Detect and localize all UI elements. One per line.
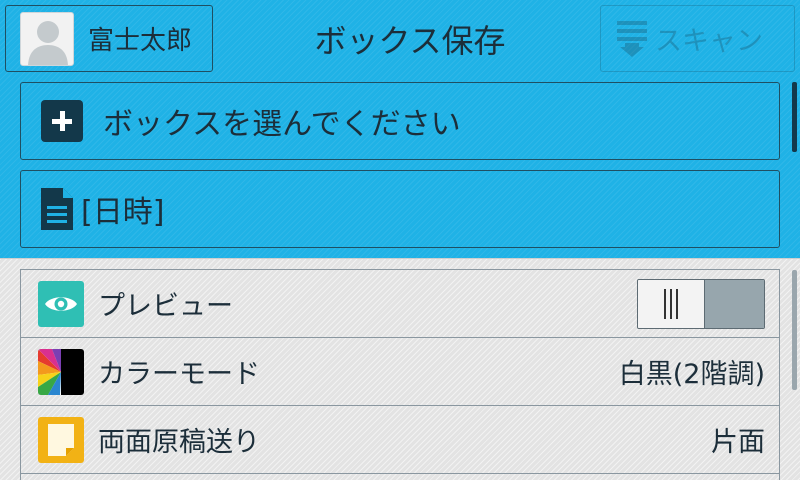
color-mode-icon — [38, 348, 84, 395]
header-panel: 富士太郎 ボックス保存 スキャン ボックスを選んでください [日時] — [0, 0, 800, 258]
page-title: ボックス保存 — [314, 21, 506, 60]
setting-row-color-mode[interactable]: カラーモード 白黒(2階調) — [21, 338, 779, 406]
color-mode-value: 白黒(2階調) — [618, 359, 765, 390]
settings-list: プレビュー カラーモード 白黒(2階調) 両面原稿送り 片面 — [20, 269, 780, 480]
settings-scrollbar[interactable] — [792, 270, 797, 390]
setting-row-preview[interactable]: プレビュー — [21, 270, 779, 338]
user-avatar-icon — [20, 11, 74, 66]
duplex-label: 両面原稿送り — [98, 427, 260, 458]
eye-icon — [38, 280, 84, 327]
document-name-label: [日時] — [81, 195, 165, 230]
duplex-value: 片面 — [711, 427, 765, 458]
document-icon — [41, 188, 73, 230]
toggle-track — [704, 280, 764, 328]
setting-row-duplex[interactable]: 両面原稿送り 片面 — [21, 406, 779, 474]
plus-icon — [41, 100, 83, 142]
preview-label: プレビュー — [98, 291, 233, 322]
duplex-icon — [38, 416, 84, 463]
settings-panel: プレビュー カラーモード 白黒(2階調) 両面原稿送り 片面 — [0, 258, 800, 480]
preview-toggle[interactable] — [637, 279, 765, 329]
toggle-handle — [638, 280, 704, 328]
scan-button[interactable]: スキャン — [600, 5, 795, 72]
box-select-label: ボックスを選んでください — [103, 107, 461, 142]
document-name-button[interactable]: [日時] — [20, 170, 780, 248]
color-mode-label: カラーモード — [98, 359, 260, 390]
header-scrollbar[interactable] — [792, 82, 797, 152]
box-select-button[interactable]: ボックスを選んでください — [20, 82, 780, 160]
scan-icon — [617, 20, 647, 57]
user-name: 富士太郎 — [88, 26, 193, 56]
scan-label: スキャン — [655, 26, 763, 57]
user-button[interactable]: 富士太郎 — [5, 5, 213, 72]
